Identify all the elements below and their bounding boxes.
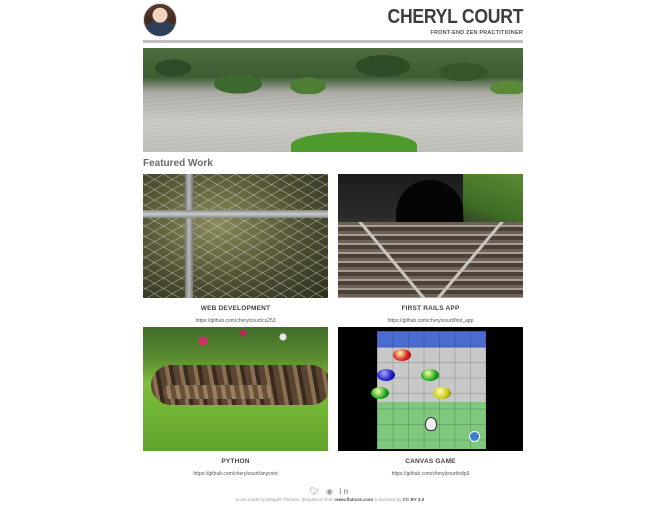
- header-divider: [143, 40, 523, 43]
- project-thumbnail[interactable]: [338, 327, 523, 451]
- flaticon-link[interactable]: www.flaticon.com: [335, 497, 373, 502]
- project-card-python[interactable]: PYTHON https://github.com/cherylcourt/an…: [143, 327, 328, 477]
- avatar: [143, 3, 177, 37]
- featured-work-heading: Featured Work: [143, 158, 213, 169]
- hero-image: [143, 48, 523, 152]
- page-container: CHERYL COURT FRONT-END ZEN PRACTITIONER …: [143, 0, 523, 477]
- project-card-web-development[interactable]: WEB DEVELOPMENT https://github.com/chery…: [143, 174, 328, 324]
- site-header: CHERYL COURT FRONT-END ZEN PRACTITIONER: [143, 0, 523, 40]
- site-tagline: FRONT-END ZEN PRACTITIONER: [430, 30, 523, 36]
- credit-text: is licensed by: [374, 497, 402, 502]
- project-link[interactable]: https://github.com/cherylcourt/first_app: [338, 318, 523, 324]
- credit-text: Icons made by Elegant Themes, Simpleicon…: [235, 497, 334, 502]
- project-link[interactable]: https://github.com/cherylcourt/anycont: [143, 471, 328, 477]
- project-thumbnail[interactable]: [143, 327, 328, 451]
- twitter-icon[interactable]: 🐦︎: [310, 487, 322, 496]
- project-title: CANVAS GAME: [405, 458, 456, 465]
- social-links: 🐦︎ ◉ in: [0, 487, 660, 496]
- github-icon[interactable]: ◉: [326, 487, 335, 496]
- project-card-first-rails-app[interactable]: FIRST RAILS APP https://github.com/chery…: [338, 174, 523, 324]
- license-link[interactable]: CC BY 3.0: [403, 497, 424, 502]
- project-link[interactable]: https://github.com/cherylcourt/ndp3: [338, 471, 523, 477]
- project-link[interactable]: https://github.com/cherylcourt/cs253: [143, 318, 328, 324]
- project-card-canvas-game[interactable]: CANVAS GAME https://github.com/cherylcou…: [338, 327, 523, 477]
- site-footer: 🐦︎ ◉ in Icons made by Elegant Themes, Si…: [0, 487, 660, 502]
- project-thumbnail[interactable]: [143, 174, 328, 298]
- project-title: PYTHON: [221, 458, 250, 465]
- site-title: CHERYL COURT: [387, 6, 523, 28]
- project-title: WEB DEVELOPMENT: [200, 305, 271, 312]
- linkedin-icon[interactable]: in: [339, 487, 350, 496]
- project-title: FIRST RAILS APP: [401, 305, 460, 312]
- footer-credit: Icons made by Elegant Themes, Simpleicon…: [0, 497, 660, 502]
- project-thumbnail[interactable]: [338, 174, 523, 298]
